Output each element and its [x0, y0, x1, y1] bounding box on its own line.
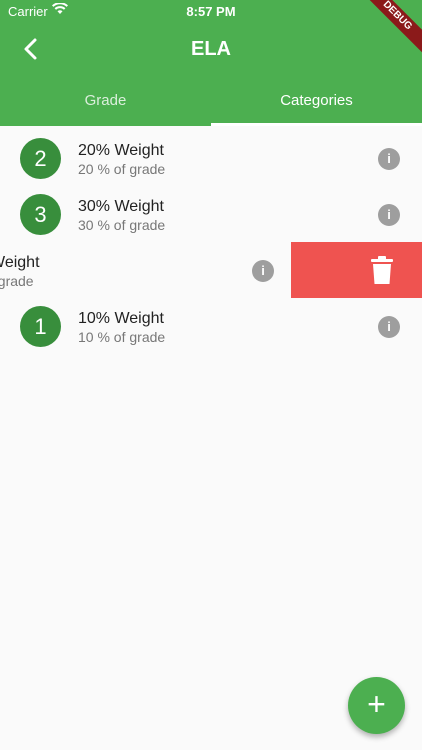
- category-title: Weight: [0, 254, 40, 271]
- category-title: 20% Weight: [78, 142, 164, 159]
- list-item[interactable]: 1 10% Weight 10 % of grade i: [0, 298, 422, 354]
- page-title: ELA: [191, 38, 231, 60]
- add-category-button[interactable]: +: [348, 677, 405, 734]
- info-icon[interactable]: i: [378, 204, 400, 226]
- status-bar: Carrier 8:57 PM: [0, 0, 422, 22]
- tab-bar: Grade Categories: [0, 80, 422, 126]
- category-number: 2: [20, 138, 61, 179]
- info-icon[interactable]: i: [378, 316, 400, 338]
- info-icon[interactable]: i: [378, 148, 400, 170]
- trash-icon: [371, 256, 393, 284]
- tab-indicator: [211, 123, 422, 126]
- status-time: 8:57 PM: [186, 4, 236, 19]
- list-item[interactable]: 3 30% Weight 30 % of grade i: [0, 186, 422, 242]
- category-subtitle: f grade: [0, 273, 34, 289]
- app-bar: Carrier 8:57 PM DEBUG ELA Grade Categori…: [0, 0, 422, 126]
- tab-grade[interactable]: Grade: [0, 80, 211, 126]
- list-item[interactable]: 2 20% Weight 20 % of grade i: [0, 130, 422, 186]
- category-title: 30% Weight: [78, 198, 164, 215]
- info-icon[interactable]: i: [252, 260, 274, 282]
- category-subtitle: 20 % of grade: [78, 161, 166, 177]
- delete-button[interactable]: [291, 242, 422, 298]
- category-subtitle: 30 % of grade: [78, 217, 166, 233]
- category-number: 1: [20, 306, 61, 347]
- category-number: 3: [20, 194, 61, 235]
- tab-categories[interactable]: Categories: [211, 80, 422, 126]
- category-title: 10% Weight: [78, 310, 164, 327]
- category-subtitle: 10 % of grade: [78, 329, 166, 345]
